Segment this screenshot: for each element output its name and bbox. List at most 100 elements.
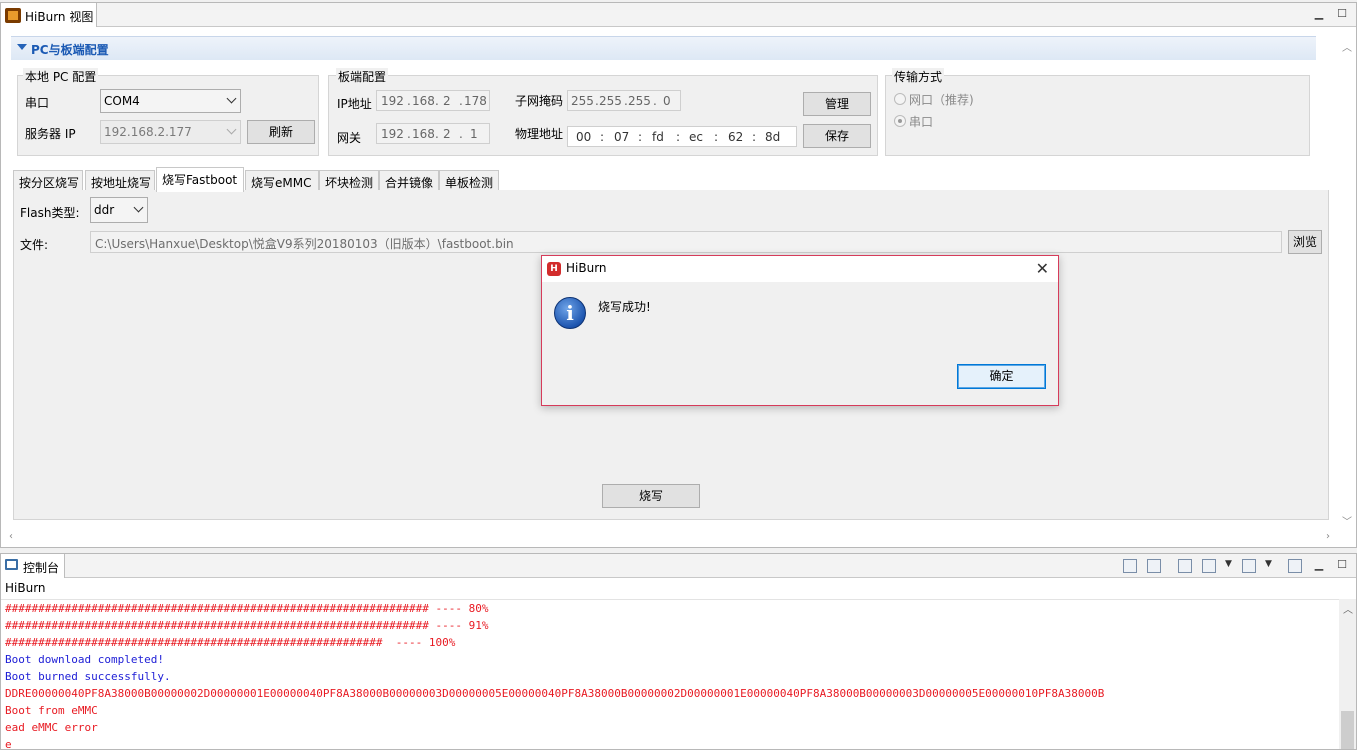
pin-console-icon[interactable] — [1178, 559, 1192, 573]
display-console-icon[interactable] — [1202, 559, 1216, 573]
console-scrollbar[interactable]: ︿ — [1339, 599, 1356, 749]
mac-part-5: 62 — [728, 130, 744, 144]
tab-partition-burn[interactable]: 按分区烧写 — [13, 170, 83, 191]
server-ip-value: 192.168.2.177 — [104, 125, 192, 139]
serial-label: 串口 — [25, 96, 50, 110]
tab-address-burn[interactable]: 按地址烧写 — [85, 170, 155, 191]
scroll-right-icon[interactable]: › — [1326, 531, 1330, 542]
scroll-up-icon[interactable]: ︿ — [1340, 39, 1354, 54]
save-button[interactable]: 保存 — [803, 124, 871, 148]
maximize-icon[interactable]: ☐ — [1335, 7, 1349, 21]
serial-select[interactable]: COM4 — [100, 89, 241, 113]
console-line: ead eMMC error — [5, 721, 98, 734]
minimize-icon[interactable]: ▁ — [1312, 7, 1326, 21]
console-line: e — [5, 738, 12, 749]
export-icon[interactable] — [1288, 559, 1302, 573]
scroll-lock-icon[interactable] — [1147, 559, 1161, 573]
section-title: PC与板端配置 — [31, 43, 109, 57]
radio-serial[interactable] — [894, 115, 906, 127]
tab-board-check[interactable]: 单板检测 — [439, 170, 499, 191]
tab-bad-block[interactable]: 坏块检测 — [319, 170, 379, 191]
subnet-octet-4: 0 — [663, 94, 671, 108]
local-pc-legend: 本地 PC 配置 — [23, 68, 99, 85]
server-ip-select[interactable]: 192.168.2.177 — [100, 120, 241, 144]
monitor-icon — [5, 559, 18, 570]
hiburn-app-icon — [5, 8, 21, 23]
console-line: Boot burned successfully. — [5, 670, 171, 683]
server-ip-label: 服务器 IP — [25, 127, 76, 141]
console-line: DDRE00000040PF8A38000B00000002D00000001E… — [5, 687, 1105, 700]
mac-part-1: 00 — [576, 130, 592, 144]
transport-legend: 传输方式 — [892, 68, 945, 85]
maximize-icon[interactable]: ☐ — [1335, 558, 1349, 572]
clear-console-icon[interactable] — [1123, 559, 1137, 573]
chevron-down-icon — [226, 124, 237, 135]
console-line: Boot from eMMC — [5, 704, 98, 717]
radio-network-label: 网口（推荐) — [909, 93, 974, 107]
console-output[interactable]: ########################################… — [1, 599, 1339, 749]
close-icon[interactable]: ✕ — [1036, 259, 1049, 278]
tab-merge-image[interactable]: 合并镜像 — [379, 170, 439, 191]
chevron-down-icon[interactable]: ▼ — [1225, 559, 1232, 569]
ip-label: IP地址 — [337, 97, 372, 111]
browse-button[interactable]: 浏览 — [1288, 230, 1322, 254]
dialog-message: 烧写成功! — [598, 300, 651, 314]
info-icon: i — [554, 297, 586, 329]
scroll-up-icon[interactable]: ︿ — [1343, 601, 1353, 616]
console-view: 控制台 ▼ ▼ ▁ ☐ HiBurn #####################… — [0, 553, 1357, 750]
console-tab-header: 控制台 ▼ ▼ ▁ ☐ — [1, 554, 1356, 578]
flash-type-select[interactable]: ddr — [90, 197, 148, 223]
subnet-field[interactable]: 255 . 255 . 255 . 0 — [567, 90, 681, 111]
dialog-title: HiBurn — [566, 261, 607, 275]
console-line: ########################################… — [5, 602, 489, 615]
ip-octet-1: 192 — [381, 94, 404, 108]
console-tab-title: 控制台 — [23, 561, 60, 575]
minimize-icon[interactable]: ▁ — [1312, 558, 1326, 572]
expand-arrow-icon[interactable] — [17, 44, 27, 50]
scroll-down-icon[interactable]: ﹀ — [1340, 513, 1354, 528]
tab-fastboot-burn[interactable]: 烧写Fastboot — [156, 167, 244, 192]
ip-octet-4: 178 — [464, 94, 487, 108]
view-tab-title: HiBurn 视图 — [25, 10, 94, 24]
subnet-octet-3: 255 — [628, 94, 651, 108]
console-tab[interactable]: 控制台 — [1, 554, 65, 578]
hiburn-logo-icon: H — [547, 262, 561, 276]
chevron-down-icon — [133, 202, 144, 213]
open-console-icon[interactable] — [1242, 559, 1256, 573]
gateway-octet-4: 1 — [470, 127, 478, 141]
console-line: Boot download completed! — [5, 653, 164, 666]
file-path-field[interactable]: C:\Users\Hanxue\Desktop\悦盒V9系列20180103（旧… — [90, 231, 1282, 253]
radio-serial-label: 串口 — [909, 115, 934, 129]
dialog-titlebar: H HiBurn ✕ — [542, 256, 1058, 282]
ip-octet-3: 2 — [443, 94, 451, 108]
console-line: ########################################… — [5, 636, 456, 649]
scroll-left-icon[interactable]: ‹ — [9, 531, 13, 542]
gateway-octet-2: 168 — [412, 127, 435, 141]
tab-emmc-burn[interactable]: 烧写eMMC — [245, 170, 319, 191]
subnet-octet-1: 255 — [571, 94, 594, 108]
gateway-field[interactable]: 192 . 168 . 2 . 1 — [376, 123, 490, 144]
subnet-label: 子网掩码 — [515, 94, 564, 108]
ip-address-field[interactable]: 192 . 168 . 2 . 178 — [376, 90, 490, 111]
burn-button[interactable]: 烧写 — [602, 484, 700, 508]
section-header-pc-board[interactable]: PC与板端配置 — [11, 36, 1316, 60]
view-tab[interactable]: HiBurn 视图 — [1, 3, 97, 27]
mac-part-2: 07 — [614, 130, 630, 144]
gateway-octet-3: 2 — [443, 127, 451, 141]
function-tabs: 按分区烧写 按地址烧写 烧写Fastboot 烧写eMMC 坏块检测 合并镜像 … — [13, 167, 1329, 192]
refresh-button[interactable]: 刷新 — [247, 120, 315, 144]
chevron-down-icon[interactable]: ▼ — [1265, 559, 1272, 569]
chevron-down-icon — [226, 93, 237, 104]
console-name: HiBurn — [5, 581, 46, 595]
view-tab-header: HiBurn 视图 ▁ ☐ — [1, 3, 1356, 27]
mac-address-field[interactable]: 00 : 07 : fd : ec : 62 : 8d — [567, 126, 797, 147]
ip-octet-2: 168 — [412, 94, 435, 108]
flash-type-value: ddr — [94, 203, 115, 217]
scroll-thumb[interactable] — [1341, 711, 1354, 749]
manage-button[interactable]: 管理 — [803, 92, 871, 116]
gateway-octet-1: 192 — [381, 127, 404, 141]
radio-network[interactable] — [894, 93, 906, 105]
board-legend: 板端配置 — [336, 68, 389, 85]
flash-type-label: Flash类型: — [20, 206, 80, 220]
ok-button[interactable]: 确定 — [957, 364, 1046, 389]
